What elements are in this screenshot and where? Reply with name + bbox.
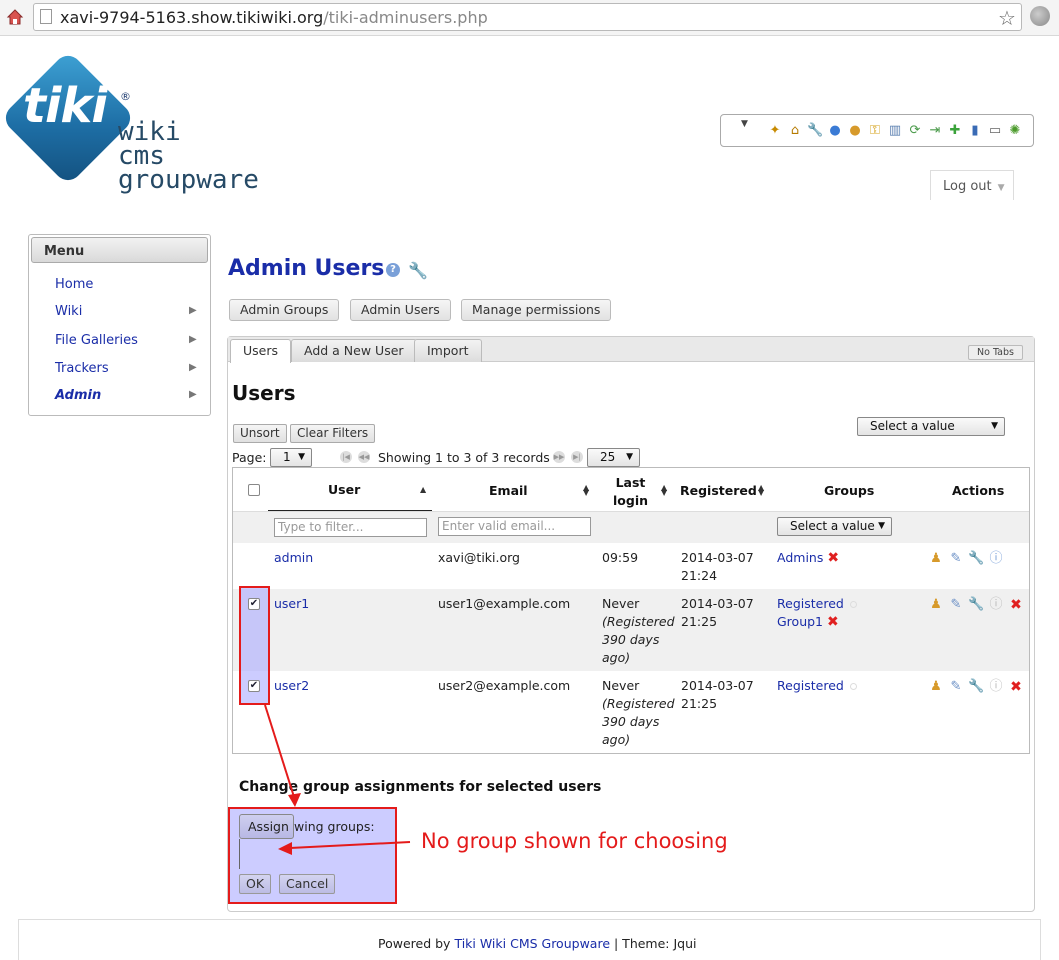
annotation-note: No group shown for choosing (421, 829, 728, 853)
footer-link[interactable]: Tiki Wiki CMS Groupware (454, 936, 610, 951)
footer: Powered by Tiki Wiki CMS Groupware | The… (378, 936, 697, 951)
annotation-arrows (264, 704, 411, 855)
